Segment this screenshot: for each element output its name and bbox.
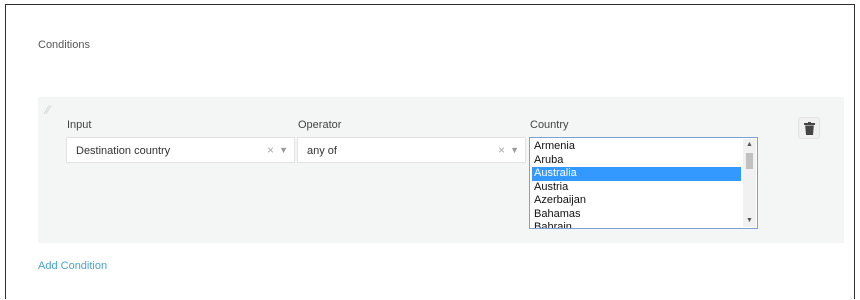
condition-row: ⁄⁄ Input Destination country × ▼ Operato…: [38, 97, 844, 243]
clear-icon[interactable]: ×: [498, 143, 505, 157]
add-condition-link[interactable]: Add Condition: [38, 260, 107, 272]
operator-label: Operator: [298, 119, 342, 131]
chevron-down-icon[interactable]: ▼: [510, 145, 519, 155]
country-options: Armenia Aruba Australia Austria Azerbaijan Ba…: [532, 140, 741, 228]
input-select[interactable]: Destination country × ▼: [66, 137, 295, 163]
scroll-up-icon[interactable]: ▲: [743, 139, 756, 151]
country-option[interactable]: Bahamas: [532, 208, 741, 222]
listbox-scrollbar[interactable]: ▲ ▼: [743, 139, 756, 227]
country-option[interactable]: Azerbaijan: [532, 194, 741, 208]
conditions-panel: Conditions ⁄⁄ Input Destination country …: [5, 4, 855, 299]
section-title: Conditions: [38, 39, 90, 51]
country-option[interactable]: Austria: [532, 181, 741, 195]
input-select-value: Destination country: [76, 145, 171, 157]
scrollbar-thumb[interactable]: [746, 153, 753, 169]
delete-condition-button[interactable]: [798, 117, 820, 139]
drag-handle-icon[interactable]: ⁄⁄: [46, 103, 50, 117]
scroll-down-icon[interactable]: ▼: [743, 215, 756, 227]
clear-icon[interactable]: ×: [267, 143, 274, 157]
country-option[interactable]: Armenia: [532, 140, 741, 154]
operator-select[interactable]: any of × ▼: [297, 137, 526, 163]
country-option[interactable]: Aruba: [532, 154, 741, 168]
operator-select-value: any of: [307, 145, 337, 157]
country-label: Country: [530, 119, 569, 131]
trash-icon: [804, 122, 815, 135]
country-option[interactable]: Bahrain: [532, 221, 741, 228]
country-listbox[interactable]: Armenia Aruba Australia Austria Azerbaijan Ba…: [529, 137, 758, 229]
chevron-down-icon[interactable]: ▼: [279, 145, 288, 155]
input-label: Input: [67, 119, 92, 131]
country-option[interactable]: Australia: [532, 167, 741, 181]
